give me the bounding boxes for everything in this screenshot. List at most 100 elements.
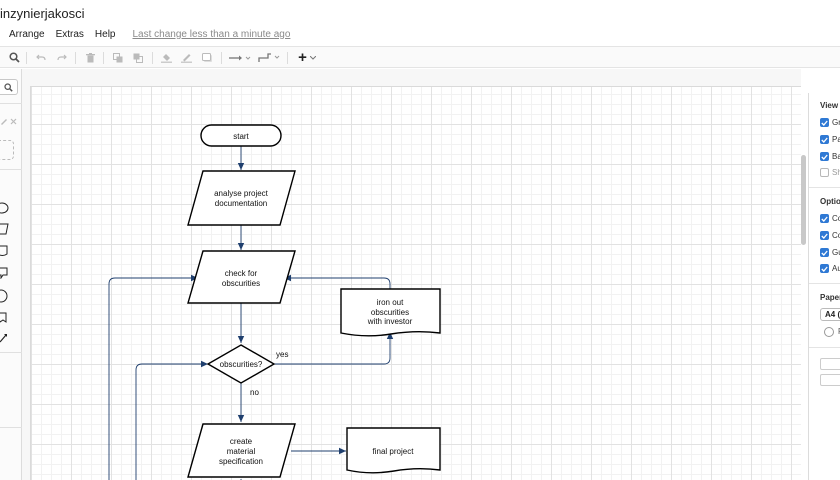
iron-out-node-label-2: obscurities bbox=[371, 308, 409, 317]
tape-shape-icon[interactable] bbox=[0, 311, 10, 329]
checkbox-checked-icon[interactable] bbox=[820, 118, 829, 127]
option-label: Co bbox=[832, 231, 840, 240]
view-option-label: Gr bbox=[832, 118, 840, 127]
toolbar-separator bbox=[75, 52, 76, 64]
checkbox-checked-icon[interactable] bbox=[820, 214, 829, 223]
checkbox-checked-icon[interactable] bbox=[820, 231, 829, 240]
view-option-background[interactable]: Ba bbox=[820, 152, 840, 161]
toolbar-separator bbox=[26, 52, 27, 64]
check-node-label-1: check for bbox=[225, 269, 258, 278]
edit-scratchpad-icons[interactable] bbox=[0, 113, 20, 131]
create-node-label-3: specification bbox=[219, 457, 263, 466]
analyse-node-label-1: analyse project bbox=[214, 189, 269, 198]
vertical-scrollbar[interactable] bbox=[801, 155, 806, 245]
view-option-label: Pa bbox=[832, 135, 840, 144]
ellipse-shape-icon[interactable] bbox=[0, 201, 10, 219]
sidebar-divider bbox=[0, 103, 22, 104]
sidebar-divider bbox=[0, 427, 22, 428]
waypoints-icon[interactable] bbox=[258, 50, 280, 65]
paper-heading: Paper bbox=[820, 293, 840, 302]
menu-arrange[interactable]: Arrange bbox=[9, 29, 45, 40]
diagram-canvas[interactable] bbox=[30, 86, 801, 480]
redo-icon[interactable] bbox=[56, 50, 68, 65]
undo-icon[interactable] bbox=[35, 50, 47, 65]
insert-icon[interactable]: + bbox=[295, 50, 319, 65]
checkbox-checked-icon[interactable] bbox=[820, 264, 829, 273]
decision-node-label: obscurities? bbox=[220, 360, 263, 369]
shadow-icon[interactable] bbox=[201, 50, 213, 65]
zoom-icon[interactable] bbox=[8, 50, 20, 65]
option-autosave[interactable]: Au bbox=[820, 264, 840, 273]
toolbar-separator bbox=[103, 52, 104, 64]
final-project-node-label: final project bbox=[373, 447, 415, 456]
line-color-icon[interactable] bbox=[180, 50, 192, 65]
toolbar: + bbox=[0, 46, 840, 68]
toolbar-separator bbox=[221, 52, 222, 64]
connection-icon[interactable] bbox=[229, 50, 251, 65]
iron-out-node-label-3: with investor bbox=[367, 317, 413, 326]
create-node-label-1: create bbox=[230, 437, 253, 446]
view-option-grid[interactable]: Gr bbox=[820, 118, 840, 127]
view-option-page[interactable]: Pa bbox=[820, 135, 840, 144]
sidebar-divider bbox=[0, 169, 22, 170]
view-option-label: Sh bbox=[832, 168, 840, 177]
sidebar-divider bbox=[0, 352, 22, 353]
paper-size-select[interactable]: A4 ( bbox=[820, 308, 840, 321]
edit-data-button[interactable] bbox=[820, 358, 840, 370]
shapes-sidebar bbox=[0, 69, 22, 480]
options-heading: Optio bbox=[820, 197, 840, 206]
to-front-icon[interactable] bbox=[112, 50, 124, 65]
toolbar-separator bbox=[152, 52, 153, 64]
option-label: Au bbox=[832, 264, 840, 273]
option-guides[interactable]: Gu bbox=[820, 248, 840, 257]
canvas-border-left bbox=[22, 86, 30, 480]
menu-extras[interactable]: Extras bbox=[56, 29, 84, 40]
checkbox-checked-icon[interactable] bbox=[820, 248, 829, 257]
checkbox-checked-icon[interactable] bbox=[820, 135, 829, 144]
format-panel: View Gr Pa Ba Sh Optio Co Co Gu bbox=[808, 93, 840, 480]
menu-help[interactable]: Help bbox=[95, 29, 116, 40]
connector-shape-icon[interactable] bbox=[0, 331, 10, 349]
start-node[interactable]: start bbox=[200, 124, 282, 147]
iron-out-node-label-1: iron out bbox=[377, 298, 404, 307]
checkbox-unchecked-icon[interactable] bbox=[820, 168, 829, 177]
view-option-shadow[interactable]: Sh bbox=[820, 168, 840, 177]
view-option-label: Ba bbox=[832, 152, 840, 161]
option-connection-arrows[interactable]: Co bbox=[820, 214, 840, 223]
drawio-app: inzynierjakosci Arrange Extras Help Last… bbox=[0, 0, 840, 480]
document-title[interactable]: inzynierjakosci bbox=[0, 6, 85, 21]
canvas-border-top bbox=[22, 69, 801, 86]
portrait-radio[interactable] bbox=[824, 327, 834, 337]
panel-divider bbox=[809, 187, 840, 188]
panel-divider bbox=[809, 347, 840, 348]
to-back-icon[interactable] bbox=[132, 50, 144, 65]
option-label: Gu bbox=[832, 248, 840, 257]
analyse-node-label-2: documentation bbox=[215, 199, 267, 208]
menu-bar: Arrange Extras Help Last change less tha… bbox=[9, 27, 290, 41]
create-node-label-2: material bbox=[227, 447, 256, 456]
create-node[interactable]: create material specification bbox=[187, 423, 296, 478]
last-change-link[interactable]: Last change less than a minute ago bbox=[133, 29, 291, 40]
final-project-node[interactable]: final project bbox=[346, 427, 441, 474]
scratchpad-dropzone[interactable] bbox=[0, 140, 14, 160]
parallelogram-shape-icon[interactable] bbox=[0, 222, 10, 240]
iron-out-node[interactable]: iron out obscurities with investor bbox=[340, 288, 441, 337]
check-node[interactable]: check for obscurities bbox=[187, 250, 296, 304]
circle-shape-icon[interactable] bbox=[0, 289, 10, 308]
delete-icon[interactable] bbox=[84, 50, 96, 65]
start-node-label: start bbox=[233, 132, 249, 141]
callout-shape-icon[interactable] bbox=[0, 266, 10, 284]
view-heading: View bbox=[820, 101, 839, 110]
toolbar-separator bbox=[287, 52, 288, 64]
panel-divider bbox=[809, 283, 840, 284]
insert-plus: + bbox=[298, 49, 307, 66]
option-label: Co bbox=[832, 214, 840, 223]
document-shape-icon[interactable] bbox=[0, 244, 10, 262]
shape-search-button[interactable] bbox=[0, 79, 18, 95]
analyse-node[interactable]: analyse project documentation bbox=[187, 170, 296, 226]
option-connection-points[interactable]: Co bbox=[820, 231, 840, 240]
clear-default-style-button[interactable] bbox=[820, 374, 840, 386]
checkbox-checked-icon[interactable] bbox=[820, 152, 829, 161]
fill-color-icon[interactable] bbox=[160, 50, 172, 65]
check-node-label-2: obscurities bbox=[222, 279, 260, 288]
